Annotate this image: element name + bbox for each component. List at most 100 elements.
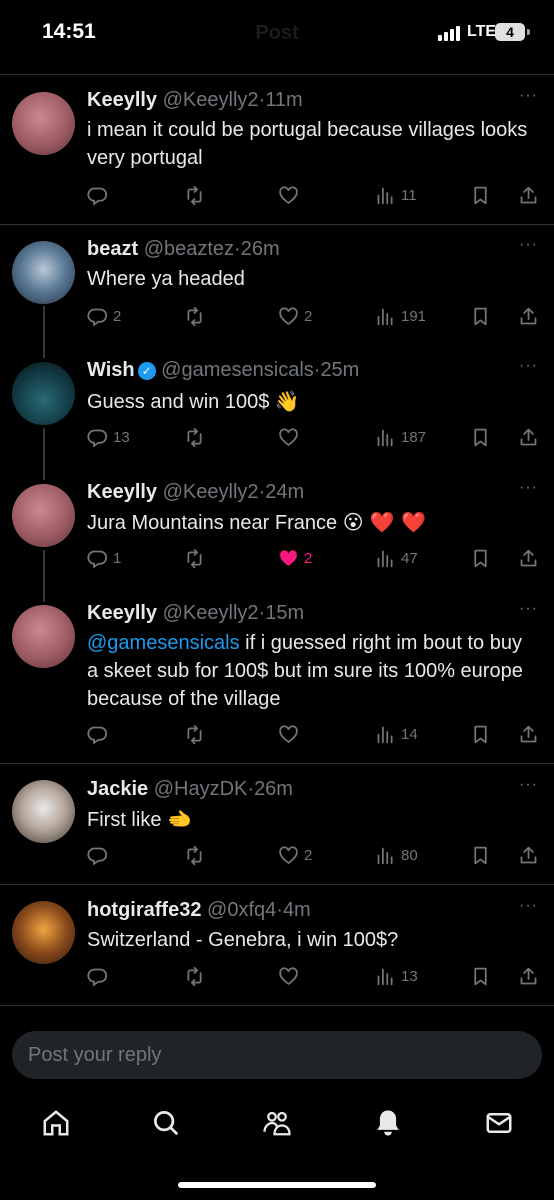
avatar[interactable]: [12, 362, 75, 425]
views-icon: [377, 726, 393, 743]
reply-button[interactable]: [87, 843, 113, 867]
divider: [0, 224, 554, 225]
avatar[interactable]: [12, 780, 75, 843]
avatar[interactable]: [12, 92, 75, 155]
retweet-button[interactable]: [184, 425, 205, 449]
views-count: 187: [401, 428, 427, 446]
like-button[interactable]: 2: [278, 546, 312, 570]
tweet-text: Guess and win 100$ 👋: [87, 387, 537, 416]
reply-button[interactable]: 13: [87, 425, 130, 449]
bookmark-button[interactable]: [470, 425, 491, 449]
views-count: 191: [401, 307, 427, 325]
reply-input[interactable]: Post your reply: [12, 1031, 542, 1079]
author-handle[interactable]: @Keeylly2: [163, 481, 259, 503]
more-options-icon[interactable]: ···: [519, 236, 541, 254]
views-count: 11: [401, 186, 417, 204]
retweet-button[interactable]: [184, 546, 205, 570]
home-icon[interactable]: [41, 1108, 71, 1138]
share-icon: [520, 846, 537, 863]
reply-placeholder: Post your reply: [28, 1044, 162, 1066]
share-button[interactable]: [518, 843, 539, 867]
like-button[interactable]: 2: [278, 843, 312, 867]
author-name[interactable]: Keeylly: [87, 89, 157, 111]
share-button[interactable]: [518, 183, 539, 207]
more-options-icon[interactable]: ···: [519, 600, 541, 618]
views-button[interactable]: 13: [375, 964, 418, 988]
retweet-icon: [187, 724, 202, 744]
bookmark-button[interactable]: [470, 304, 491, 328]
retweet-button[interactable]: [184, 843, 205, 867]
bookmark-button[interactable]: [470, 964, 491, 988]
share-button[interactable]: [518, 425, 539, 449]
views-count: 80: [401, 846, 418, 864]
reply-button[interactable]: 2: [87, 304, 121, 328]
views-button[interactable]: 187: [375, 425, 426, 449]
notifications-icon[interactable]: [373, 1108, 403, 1138]
author-handle[interactable]: @Keeylly2: [163, 89, 259, 111]
share-icon: [520, 307, 537, 324]
author-handle[interactable]: @HayzDK: [154, 778, 248, 800]
author-name[interactable]: beazt: [87, 238, 138, 260]
reply-button[interactable]: [87, 183, 113, 207]
share-button[interactable]: [518, 722, 539, 746]
views-button[interactable]: 11: [375, 183, 417, 207]
author-handle[interactable]: @gamesensicals: [161, 359, 314, 381]
bookmark-button[interactable]: [470, 183, 491, 207]
author-name[interactable]: hotgiraffe32: [87, 899, 201, 921]
like-button[interactable]: [278, 425, 304, 449]
divider: [0, 763, 554, 764]
author-name[interactable]: Keeylly: [87, 602, 157, 624]
thread-line: [43, 306, 45, 358]
share-button[interactable]: [518, 546, 539, 570]
retweet-button[interactable]: [184, 183, 205, 207]
reply-button[interactable]: 1: [87, 546, 121, 570]
author-name[interactable]: Jackie: [87, 778, 148, 800]
reply-button[interactable]: [87, 964, 113, 988]
avatar[interactable]: [12, 901, 75, 964]
like-count: 2: [304, 307, 313, 325]
reply-count: 1: [113, 549, 122, 567]
like-button[interactable]: [278, 964, 304, 988]
views-icon: [377, 550, 393, 567]
views-button[interactable]: 14: [375, 722, 418, 746]
divider: [0, 74, 554, 75]
avatar[interactable]: [12, 241, 75, 304]
retweet-button[interactable]: [184, 304, 205, 328]
share-icon: [520, 549, 537, 566]
more-options-icon[interactable]: ···: [519, 87, 541, 105]
messages-icon[interactable]: [484, 1108, 514, 1138]
more-options-icon[interactable]: ···: [519, 357, 541, 375]
views-button[interactable]: 191: [375, 304, 426, 328]
views-button[interactable]: 47: [375, 546, 418, 570]
more-options-icon[interactable]: ···: [519, 776, 541, 794]
more-options-icon[interactable]: ···: [519, 479, 541, 497]
retweet-button[interactable]: [184, 722, 205, 746]
bookmark-icon: [474, 186, 487, 204]
communities-icon[interactable]: [262, 1108, 292, 1138]
bookmark-button[interactable]: [470, 843, 491, 867]
bookmark-button[interactable]: [470, 546, 491, 570]
tweet-body: Switzerland - Genebra, i win 100$?: [87, 929, 399, 951]
more-options-icon[interactable]: ···: [519, 897, 541, 915]
bookmark-icon: [474, 307, 487, 325]
like-button[interactable]: [278, 722, 304, 746]
author-handle[interactable]: @Keeylly2: [163, 602, 259, 624]
author-handle[interactable]: @0xfq4: [207, 899, 276, 921]
author-name[interactable]: Wish: [87, 359, 135, 381]
share-button[interactable]: [518, 304, 539, 328]
reply-count: 2: [113, 307, 122, 325]
like-button[interactable]: [278, 183, 304, 207]
mention-link[interactable]: @gamesensicals: [87, 632, 240, 654]
search-icon[interactable]: [151, 1108, 181, 1138]
author-handle[interactable]: @beaztez: [144, 238, 234, 260]
reply-button[interactable]: [87, 722, 113, 746]
author-name[interactable]: Keeylly: [87, 481, 157, 503]
avatar[interactable]: [12, 605, 75, 668]
retweet-button[interactable]: [184, 964, 205, 988]
views-button[interactable]: 80: [375, 843, 418, 867]
like-button[interactable]: 2: [278, 304, 312, 328]
bookmark-icon: [474, 846, 487, 864]
avatar[interactable]: [12, 484, 75, 547]
share-button[interactable]: [518, 964, 539, 988]
bookmark-button[interactable]: [470, 722, 491, 746]
